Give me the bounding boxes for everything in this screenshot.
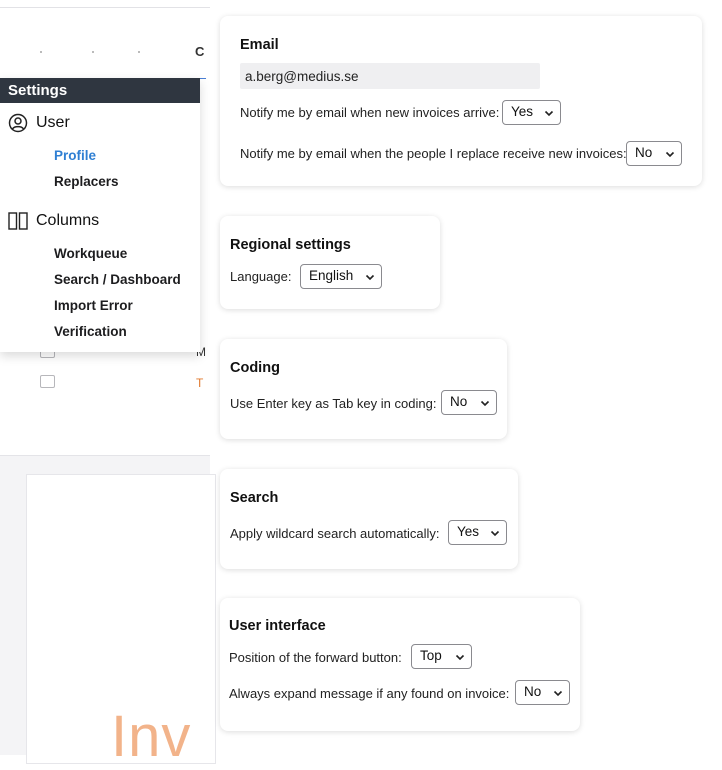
wildcard-search-select[interactable]: Yes [448,520,507,545]
settings-menu-title: Settings [0,78,200,103]
menu-item-workqueue[interactable]: Workqueue [0,241,200,267]
chevron-down-icon [665,151,675,158]
menu-group-label: User [36,114,70,131]
menu-group-columns: Columns [0,209,200,233]
notify-replaced-label: Notify me by email when the people I rep… [240,146,627,161]
select-value: English [309,268,354,283]
menu-item-search-dashboard[interactable]: Search / Dashboard [0,267,200,293]
language-select[interactable]: English [300,264,382,289]
background-invoice-preview: Inv [26,474,216,769]
user-interface-title: User interface [229,618,326,634]
menu-item-profile[interactable]: Profile [0,143,200,169]
coding-title: Coding [230,360,280,376]
email-address-field: a.berg@medius.se [240,63,540,89]
background-row-mark: T [196,376,204,390]
background-dot [138,51,140,53]
menu-group-user: User [0,111,200,135]
enter-as-tab-label: Use Enter key as Tab key in coding: [230,396,437,411]
menu-item-import-error[interactable]: Import Error [0,293,200,319]
background-dot [92,51,94,53]
notify-replaced-select[interactable]: No [626,141,682,166]
background-header-partial: C [195,44,205,59]
background-topbar [0,0,210,8]
user-interface-card: User interface Position of the forward b… [220,598,580,731]
wildcard-search-label: Apply wildcard search automatically: [230,526,440,541]
regional-settings-card: Regional settings Language: English [220,216,440,309]
email-card-title: Email [240,37,279,53]
coding-card: Coding Use Enter key as Tab key in codin… [220,339,507,439]
expand-message-label: Always expand message if any found on in… [229,686,510,701]
email-card: Email a.berg@medius.se Notify me by emai… [220,16,702,186]
menu-item-replacers[interactable]: Replacers [0,169,200,195]
notify-new-invoices-select[interactable]: Yes [502,100,561,125]
settings-menu: Settings User Profile Replacers Columns … [0,78,200,352]
expand-message-select[interactable]: No [515,680,570,705]
forward-button-position-select[interactable]: Top [411,644,472,669]
select-value: Yes [457,524,480,539]
enter-as-tab-select[interactable]: No [441,390,497,415]
chevron-down-icon [553,690,563,697]
chevron-down-icon [544,110,554,117]
search-card: Search Apply wildcard search automatical… [220,469,518,569]
regional-settings-title: Regional settings [230,237,351,253]
forward-button-position-label: Position of the forward button: [229,650,402,665]
chevron-down-icon [455,654,465,661]
user-circle-icon [8,113,28,133]
menu-group-label: Columns [36,212,100,229]
select-value: Yes [511,104,534,119]
columns-icon [8,212,28,230]
background-dot [40,51,42,53]
language-label: Language: [230,269,292,284]
background-invoice-text: Inv [111,704,192,769]
select-value: Top [420,648,442,663]
select-value: No [450,394,468,409]
select-value: No [635,145,653,160]
chevron-down-icon [480,400,490,407]
search-title: Search [230,490,279,506]
chevron-down-icon [490,530,500,537]
select-value: No [524,684,542,699]
chevron-down-icon [365,274,375,281]
menu-item-verification[interactable]: Verification [0,319,200,345]
background-row-checkbox[interactable] [40,375,55,388]
notify-new-invoices-label: Notify me by email when new invoices arr… [240,105,500,120]
